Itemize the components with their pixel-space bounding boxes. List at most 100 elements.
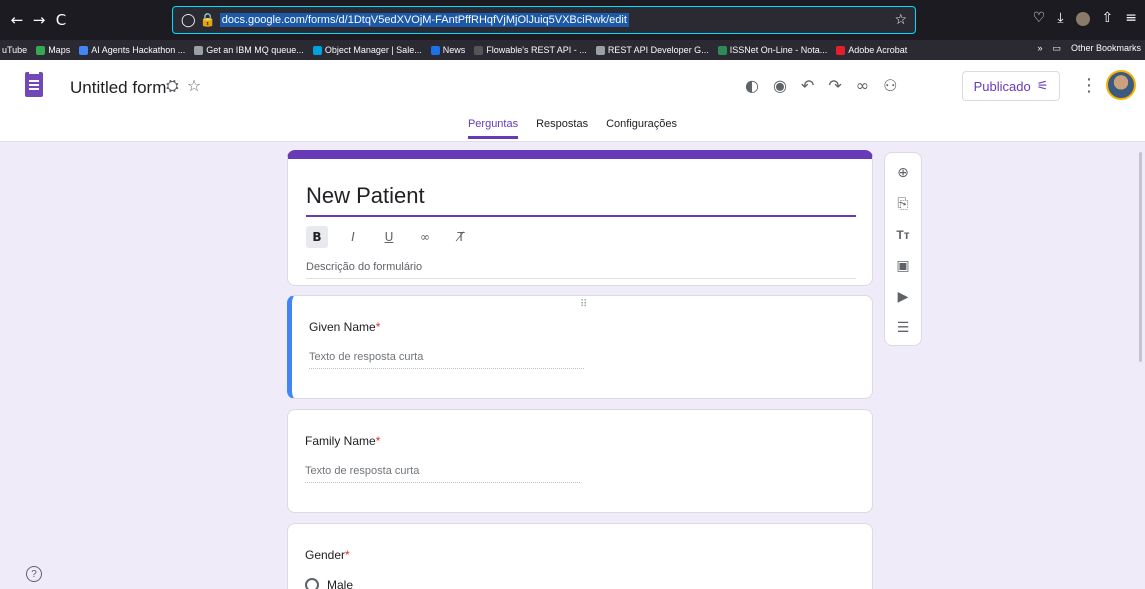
scrollbar[interactable] xyxy=(1139,152,1142,362)
question-card-gender[interactable]: Gender* Male xyxy=(287,523,873,589)
other-bookmarks-label: Other Bookmarks xyxy=(1070,43,1141,53)
preview-icon[interactable]: ◉ xyxy=(773,76,787,95)
bookmark-label: Get an IBM MQ queue... xyxy=(206,45,304,55)
other-bookmarks[interactable]: » ▭ Other Bookmarks xyxy=(1037,43,1141,54)
underline-icon[interactable]: U xyxy=(378,226,400,248)
bookmark-item[interactable]: Get an IBM MQ queue... xyxy=(194,45,304,55)
link-icon[interactable]: ∞ xyxy=(856,76,869,95)
help-icon[interactable]: ? xyxy=(26,566,42,582)
question-card-given-name[interactable]: ⠿ Given Name* Texto de resposta curta xyxy=(287,295,873,399)
publish-settings-icon: ⚟ xyxy=(1036,78,1049,94)
bookmark-star-icon[interactable]: ☆ xyxy=(894,12,907,28)
bookmark-label: Object Manager | Sale... xyxy=(324,45,422,55)
forms-logo-icon[interactable] xyxy=(25,72,43,97)
bookmark-icon xyxy=(717,45,727,55)
italic-icon[interactable]: I xyxy=(342,226,364,248)
menu-icon[interactable]: ≡ xyxy=(1125,10,1137,26)
form-doc-title[interactable]: Untitled form xyxy=(70,78,166,98)
bookmark-label: Maps xyxy=(48,45,71,55)
overflow-chevron-icon[interactable]: » xyxy=(1037,43,1042,54)
bookmark-item[interactable]: Maps xyxy=(36,45,70,55)
back-button[interactable]: ← xyxy=(6,11,28,29)
radio-option[interactable]: Male xyxy=(305,578,353,589)
question-label: Given Name* xyxy=(309,320,381,334)
radio-button[interactable] xyxy=(305,578,319,589)
form-editor: New Patient B I U ∞ T̸ Descrição do form… xyxy=(0,142,1145,589)
bookmark-label: ISSNet On-Line - Nota... xyxy=(729,45,828,55)
bookmarks-bar: uTube Maps AI Agents Hackathon ... Get an I… xyxy=(0,40,1145,60)
publish-label: Publicado xyxy=(973,78,1031,94)
form-description-input[interactable]: Descrição do formulário xyxy=(306,261,856,279)
link-icon[interactable]: ∞ xyxy=(414,226,436,248)
folder-icon: ▭ xyxy=(1052,43,1061,53)
bookmark-label: Flowable's REST API - ... xyxy=(486,45,587,55)
add-title-icon[interactable]: Tт xyxy=(893,225,913,244)
forward-button[interactable]: → xyxy=(28,11,50,29)
form-title-input[interactable]: New Patient xyxy=(306,183,856,217)
more-options-icon[interactable]: ⋮ xyxy=(1080,75,1098,96)
short-answer-placeholder: Texto de resposta curta xyxy=(305,465,580,483)
browser-right-tools: ♡ ⤓ ⇧ ≡ xyxy=(1033,10,1137,26)
url-text: docs.google.com/forms/d/1DtqV5edXVOjM-FA… xyxy=(219,13,629,27)
publish-button[interactable]: Publicado ⚟ xyxy=(962,71,1060,101)
bookmark-item[interactable]: Adobe Acrobat xyxy=(836,45,907,55)
add-image-icon[interactable]: ▣ xyxy=(893,256,913,275)
import-questions-icon[interactable]: ⎘ xyxy=(893,194,913,213)
bookmark-label: uTube xyxy=(2,45,28,55)
bookmark-item[interactable]: uTube xyxy=(2,45,27,55)
radio-option-label: Male xyxy=(327,578,354,589)
bookmark-item[interactable]: News xyxy=(430,45,466,55)
question-toolbar: ⊕ ⎘ Tт ▣ ▶ ☰ xyxy=(884,152,922,346)
format-toolbar: B I U ∞ T̸ xyxy=(306,226,472,248)
reload-button[interactable]: C xyxy=(50,11,72,29)
add-collaborator-icon[interactable]: ⚇ xyxy=(883,76,897,95)
palette-icon[interactable]: ◐ xyxy=(745,76,759,95)
extensions-icon[interactable]: ⇧ xyxy=(1102,10,1114,26)
bookmark-icon xyxy=(474,45,484,55)
tab-respostas[interactable]: Respostas xyxy=(536,118,588,139)
bookmark-label: REST API Developer G... xyxy=(607,45,709,55)
lock-icon: 🔒 xyxy=(199,12,216,28)
bookmark-item[interactable]: REST API Developer G... xyxy=(595,45,709,55)
bookmark-item[interactable]: ISSNet On-Line - Nota... xyxy=(717,45,828,55)
add-question-icon[interactable]: ⊕ xyxy=(893,163,913,182)
add-section-icon[interactable]: ☰ xyxy=(893,318,913,337)
bookmark-label: News xyxy=(442,45,466,55)
bookmark-icon xyxy=(194,45,204,55)
bookmark-icon xyxy=(836,45,846,55)
forms-header: Untitled form ⛭ ☆ ◐ ◉ ↶ ↷ ∞ ⚇ Publicado … xyxy=(0,60,1145,142)
tab-perguntas[interactable]: Perguntas xyxy=(467,118,519,139)
shield-icon: ◯ xyxy=(181,12,196,28)
url-bar[interactable]: ◯ 🔒 docs.google.com/forms/d/1DtqV5edXVOj… xyxy=(172,6,916,34)
bookmark-item[interactable]: Object Manager | Sale... xyxy=(312,45,422,55)
bookmark-item[interactable]: Flowable's REST API - ... xyxy=(474,45,587,55)
pocket-icon[interactable]: ♡ xyxy=(1033,10,1046,26)
account-icon[interactable] xyxy=(1075,12,1090,26)
clear-format-icon[interactable]: T̸ xyxy=(450,226,472,248)
question-card-family-name[interactable]: Family Name* Texto de resposta curta xyxy=(287,409,873,513)
bookmark-item[interactable]: AI Agents Hackathon ... xyxy=(79,45,185,55)
question-label: Family Name* xyxy=(305,434,381,448)
browser-toolbar: ← → C ◯ 🔒 docs.google.com/forms/d/1DtqV5… xyxy=(0,0,1145,40)
form-title-card[interactable]: New Patient B I U ∞ T̸ Descrição do form… xyxy=(287,150,873,286)
short-answer-placeholder: Texto de resposta curta xyxy=(309,351,584,369)
star-icon[interactable]: ☆ xyxy=(187,76,201,96)
form-tabs: Perguntas Respostas Configurações xyxy=(0,118,1145,139)
undo-icon[interactable]: ↶ xyxy=(801,76,814,95)
bookmark-icon xyxy=(79,45,89,55)
bold-icon[interactable]: B xyxy=(306,226,328,248)
bookmark-icon xyxy=(312,45,322,55)
downloads-icon[interactable]: ⤓ xyxy=(1057,10,1063,26)
bookmark-label: AI Agents Hackathon ... xyxy=(91,45,186,55)
bookmark-icon xyxy=(430,45,440,55)
add-video-icon[interactable]: ▶ xyxy=(893,287,913,306)
bookmark-icon xyxy=(36,45,46,55)
bookmark-icon xyxy=(595,45,605,55)
bookmark-label: Adobe Acrobat xyxy=(848,45,908,55)
question-label: Gender* xyxy=(305,548,350,562)
drag-handle-icon[interactable]: ⠿ xyxy=(580,299,588,310)
redo-icon[interactable]: ↷ xyxy=(828,76,841,95)
move-to-drive-icon[interactable]: ⛭ xyxy=(166,76,179,96)
tab-configuracoes[interactable]: Configurações xyxy=(606,118,677,139)
avatar[interactable] xyxy=(1106,70,1136,100)
